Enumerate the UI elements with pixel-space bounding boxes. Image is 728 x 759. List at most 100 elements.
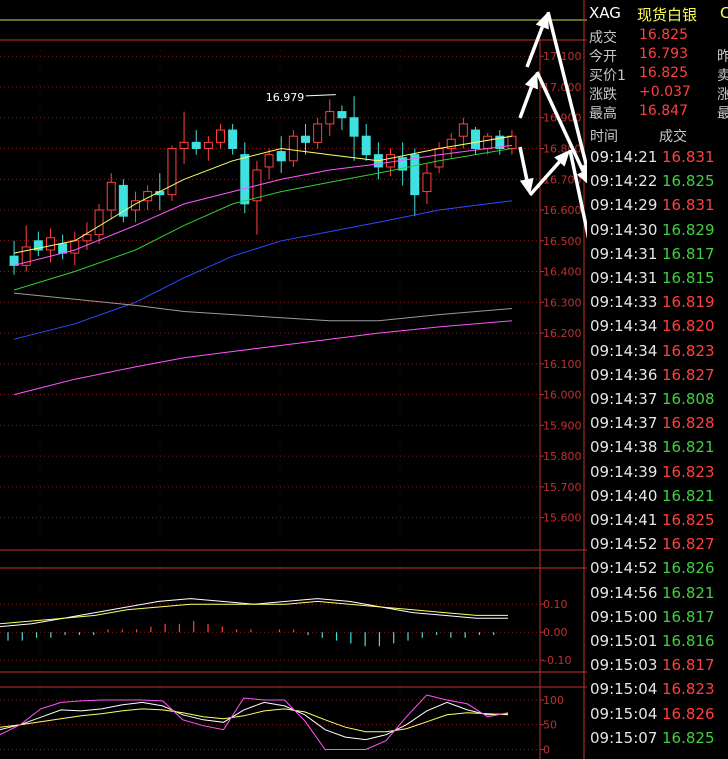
tick-row[interactable]: 09:14:34 16.823	[587, 342, 728, 366]
tick-time: 09:14:22	[590, 172, 658, 191]
quote-row: 买价1 16.825 卖	[587, 65, 728, 84]
tick-row[interactable]: 09:15:04 16.826	[587, 705, 728, 729]
tick-time: 09:14:31	[590, 269, 658, 287]
tick-price: 16.825	[662, 172, 715, 191]
tick-row[interactable]: 09:14:34 16.820	[587, 317, 728, 341]
tick-price: 16.827	[662, 535, 715, 554]
tick-price: 16.827	[662, 365, 715, 384]
y-tick-label: 15.700	[543, 481, 582, 494]
candle-body	[313, 123, 323, 143]
candle-body	[337, 111, 347, 119]
tick-row[interactable]: 09:14:31 16.817	[587, 245, 728, 269]
quote-value: 16.847	[639, 103, 688, 119]
candle-body	[264, 154, 274, 168]
tick-row[interactable]: 09:14:41 16.825	[587, 511, 728, 535]
candle-body	[167, 148, 177, 196]
quote-header: XAG 现货白银 C	[587, 0, 728, 26]
tick-row[interactable]: 09:14:37 16.808	[587, 390, 728, 414]
tick-row[interactable]: 09:15:01 16.816	[587, 632, 728, 656]
y-tick-label: 15.800	[543, 450, 582, 463]
tick-row[interactable]: 09:15:04 16.823	[587, 680, 728, 704]
symbol-name-overflow: C	[720, 4, 728, 22]
tick-price: 16.817	[662, 244, 715, 263]
tick-row[interactable]: 09:14:33 16.819	[587, 293, 728, 317]
candle-body	[410, 154, 420, 196]
candle-body	[70, 240, 80, 254]
quote-value: 16.825	[639, 65, 688, 81]
y-tick-label: 16.000	[543, 389, 582, 402]
tick-row[interactable]: 09:14:56 16.821	[587, 584, 728, 608]
tick-price: 16.821	[662, 583, 715, 602]
tick-row[interactable]: 09:14:38 16.821	[587, 438, 728, 462]
tick-time: 09:15:03	[590, 656, 658, 675]
y-tick-label: 16.600	[543, 204, 582, 217]
tick-row[interactable]: 09:14:36 16.827	[587, 366, 728, 390]
candle-body	[94, 209, 104, 236]
candle-body	[507, 135, 517, 150]
tick-time: 09:14:40	[590, 486, 658, 505]
quote-panel: XAG 现货白银 C 成交 16.825 今开 16.793 昨买价1 16.825 卖涨跌…	[587, 0, 728, 759]
candle-body	[349, 117, 359, 137]
y-tick-label: 17.000	[543, 81, 582, 94]
quote-row: 涨跌 +0.037 涨	[587, 84, 728, 103]
tick-time: 09:14:29	[590, 196, 658, 215]
candle-body	[203, 141, 213, 150]
candle-body	[325, 111, 335, 125]
tick-row[interactable]: 09:14:31 16.815	[587, 269, 728, 293]
y-tick-label: 16.100	[543, 358, 582, 371]
candle-body	[191, 141, 201, 150]
tick-row[interactable]: 09:15:03 16.817	[587, 656, 728, 680]
tick-row[interactable]: 09:15:07 16.825	[587, 729, 728, 753]
tick-row[interactable]: 09:14:40 16.821	[587, 487, 728, 511]
tick-table-header: 时间 成交	[587, 124, 728, 148]
y-tick-label: 16.200	[543, 327, 582, 340]
quote-right-label: 最	[717, 106, 728, 122]
tick-row[interactable]: 09:14:30 16.829	[587, 221, 728, 245]
tick-row[interactable]: 09:14:37 16.828	[587, 414, 728, 438]
tick-price: 16.831	[662, 196, 715, 215]
y-tick-label: 16.500	[543, 235, 582, 248]
tick-time: 09:14:36	[590, 365, 658, 384]
tick-time: 09:14:38	[590, 438, 658, 457]
tick-price: 16.808	[662, 390, 715, 408]
candle-body	[483, 135, 493, 150]
y-tick-label: -0.10	[543, 654, 571, 667]
tick-row[interactable]: 09:14:39 16.823	[587, 463, 728, 487]
quote-label: 成交	[589, 30, 617, 46]
y-tick-label: 16.300	[543, 296, 582, 309]
quote-right-label: 涨	[717, 87, 728, 103]
candle-body	[216, 129, 225, 143]
tick-price: 16.829	[662, 220, 715, 239]
y-tick-label: 15.900	[543, 419, 582, 432]
tick-price: 16.825	[662, 511, 715, 529]
candle-body	[422, 172, 432, 193]
y-tick-label: 15.600	[543, 512, 582, 525]
tick-row[interactable]: 09:14:21 16.831	[587, 148, 728, 172]
tick-row[interactable]: 09:14:22 16.825	[587, 172, 728, 196]
tick-time: 09:14:52	[590, 559, 658, 578]
quote-label: 买价1	[589, 68, 626, 84]
quote-right-label: 昨	[717, 49, 728, 65]
tick-price: 16.826	[662, 704, 715, 723]
y-tick-label: 0.10	[543, 598, 568, 611]
tick-time: 09:14:41	[590, 511, 658, 529]
tick-price: 16.823	[662, 462, 715, 481]
symbol-code[interactable]: XAG	[589, 4, 621, 22]
quote-label: 今开	[589, 49, 617, 65]
tick-price-header: 成交	[659, 129, 687, 145]
tick-row[interactable]: 09:14:29 16.831	[587, 196, 728, 220]
quote-value: 16.825	[639, 27, 688, 43]
y-tick-label: 16.400	[543, 266, 582, 279]
tick-time: 09:15:04	[590, 680, 658, 699]
y-tick-label: 0	[543, 744, 550, 757]
tick-row[interactable]: 09:14:52 16.826	[587, 559, 728, 583]
quote-right-label: 卖	[717, 68, 728, 84]
symbol-name: 现货白银	[637, 6, 698, 24]
chart-background	[0, 0, 587, 759]
tick-row[interactable]: 09:14:52 16.827	[587, 535, 728, 559]
y-tick-label: 17.100	[543, 50, 582, 63]
tick-price: 16.816	[662, 632, 715, 650]
quote-label: 最高	[589, 106, 617, 122]
tick-row[interactable]: 09:15:00 16.817	[587, 608, 728, 632]
candle-body	[361, 135, 371, 156]
